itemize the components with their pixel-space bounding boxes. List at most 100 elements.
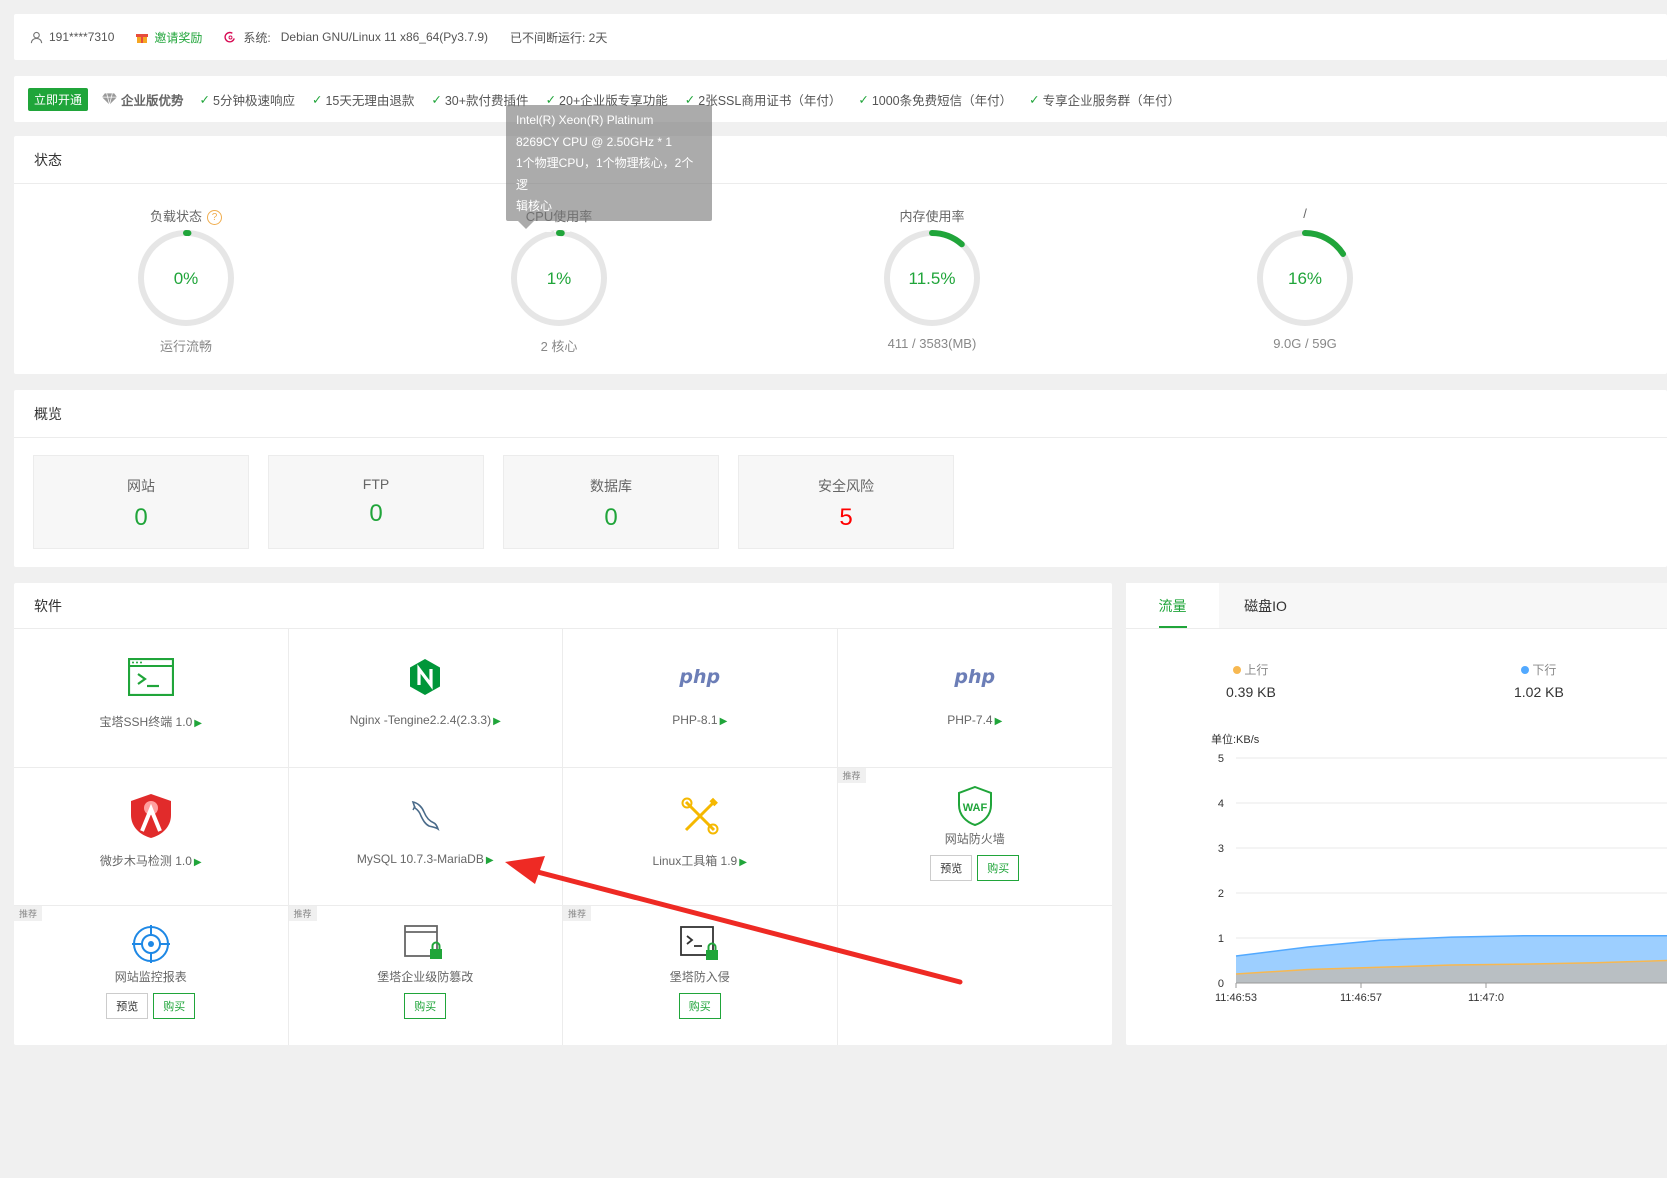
software-name: 宝塔SSH终端 1.0 [99, 715, 193, 729]
empty-cell [838, 906, 1113, 1045]
disk-ring: 16% [1257, 230, 1353, 326]
diamond-icon [102, 93, 118, 105]
terminal-icon [127, 658, 174, 696]
software-item[interactable]: Linux工具箱 1.9 ▶ [563, 767, 838, 907]
load-ring: 0% [138, 230, 234, 326]
cpu-sub: 2 核心 [540, 339, 578, 354]
recommend-badge: 推荐 [837, 767, 866, 783]
play-icon[interactable]: ▶ [995, 716, 1003, 727]
tooltip-line: CPU-1：19.1% | CPU-2：16.1% [516, 220, 690, 235]
disk-gauge[interactable]: / 16% 9.0G / 59G [1205, 206, 1405, 351]
feature-item: ✓ 1000条免费短信（年付） [858, 90, 1012, 109]
user-info[interactable]: 191****7310 [30, 30, 114, 44]
download-stat: 下行 1.02 KB [1514, 661, 1564, 700]
overview-database[interactable]: 数据库 0 [503, 455, 719, 549]
overview-label: FTP [362, 476, 390, 492]
buy-button[interactable]: 购买 [977, 854, 1020, 881]
memory-value: 11.5% [909, 269, 956, 288]
uptime: 已不间断运行: 2天 [510, 29, 607, 46]
load-gauge[interactable]: 负载状态? 0% 运行流畅 [86, 206, 286, 355]
software-item[interactable]: 推荐 堡塔防入侵 购买 [563, 906, 838, 1046]
play-icon[interactable]: ▶ [739, 857, 747, 868]
load-label: 负载状态 [149, 209, 202, 224]
tooltip-line: Intel(R) Xeon(R) Platinum [516, 113, 654, 127]
software-grid: 宝塔SSH终端 1.0 ▶ Nginx -Tengine2.2.4(2.3.3) ▶… [14, 629, 1113, 1046]
preview-button[interactable]: 预览 [106, 993, 149, 1020]
overview-label: 网站 [127, 478, 155, 494]
overview-title: 概览 [14, 390, 1667, 438]
buy-button[interactable]: 购买 [153, 993, 196, 1020]
software-panel: 软件 宝塔SSH终端 1.0 ▶ Nginx -Tengine2.2.4(2.3.… [14, 583, 1113, 1046]
buy-button[interactable]: 购买 [404, 993, 447, 1020]
download-value: 1.02 KB [1514, 684, 1564, 700]
overview-website[interactable]: 网站 0 [33, 455, 249, 549]
software-item[interactable]: 微步木马检测 1.0 ▶ [14, 767, 289, 907]
top-info-bar: 191****7310 邀请奖励 系统: Debian GNU/Linux 11… [14, 14, 1667, 60]
user-icon [30, 31, 43, 43]
check-icon: ✓ [311, 92, 323, 107]
invite-link[interactable]: 邀请奖励 [136, 29, 202, 46]
tooltip-line: 8269CY CPU @ 2.50GHz * 1 [516, 134, 673, 149]
memory-gauge[interactable]: 内存使用率 11.5% 411 / 3583(MB) [832, 206, 1032, 351]
mysql-dolphin-icon [412, 800, 440, 831]
recommend-badge: 推荐 [563, 906, 592, 922]
buy-button[interactable]: 购买 [678, 993, 721, 1020]
preview-button[interactable]: 预览 [930, 854, 973, 881]
play-icon[interactable]: ▶ [194, 857, 202, 868]
software-item[interactable]: php PHP-7.4 ▶ [837, 629, 1112, 768]
uptime-text: 已不间断运行: 2天 [510, 30, 608, 45]
tooltip-line: 辑核心 [516, 199, 553, 213]
upload-value: 0.39 KB [1226, 684, 1276, 700]
open-now-button[interactable]: 立即开通 [28, 87, 89, 111]
software-item[interactable]: 推荐 堡塔企业级防篡改 购买 [288, 906, 563, 1046]
system-info: 系统: Debian GNU/Linux 11 x86_64(Py3.7.9) [224, 29, 488, 46]
overview-value: 0 [604, 504, 618, 531]
upload-dot [1233, 666, 1242, 674]
php-icon: php [954, 666, 996, 688]
monitor-target-icon [131, 925, 170, 964]
software-name: PHP-8.1 [672, 713, 718, 727]
overview-label: 数据库 [590, 478, 632, 494]
cpu-ring: 1% [511, 230, 607, 326]
x-tick-label: 11:47:0 [1468, 992, 1504, 1004]
play-icon[interactable]: ▶ [486, 855, 494, 866]
help-icon[interactable]: ? [207, 210, 222, 225]
system-label: 系统: [243, 30, 271, 45]
svg-text:WAF: WAF [963, 802, 988, 814]
software-item[interactable]: php PHP-8.1 ▶ [563, 629, 838, 768]
cpu-tooltip: Intel(R) Xeon(R) Platinum 8269CY CPU @ 2… [506, 105, 712, 235]
software-name: MySQL 10.7.3-MariaDB [356, 851, 484, 866]
play-icon[interactable]: ▶ [493, 716, 501, 727]
disk-sub: 9.0G / 59G [1273, 336, 1337, 351]
play-icon[interactable]: ▶ [720, 716, 728, 727]
software-name: Linux工具箱 1.9 [652, 853, 738, 868]
debian-icon [224, 31, 236, 42]
software-name: 微步木马检测 1.0 [99, 853, 192, 868]
software-name: PHP-7.4 [947, 713, 993, 727]
memory-sub: 411 / 3583(MB) [887, 336, 977, 351]
overview-panel: 概览 网站 0 FTP 0 数据库 0 安全风险 5 [14, 390, 1667, 567]
feature-label: 2张SSL商用证书（年付） [698, 93, 842, 108]
enterprise-advantage[interactable]: 企业版优势 [102, 90, 184, 109]
load-value: 0% [174, 269, 199, 288]
recommend-badge: 推荐 [288, 906, 317, 922]
software-item[interactable]: Nginx -Tengine2.2.4(2.3.3) ▶ [288, 629, 563, 768]
feature-label: 15天无理由退款 [325, 93, 415, 108]
overview-ftp[interactable]: FTP 0 [268, 455, 484, 549]
y-tick-label: 2 [1218, 888, 1224, 900]
feature-item: ✓ 5分钟极速响应 [200, 90, 295, 109]
software-item[interactable]: 宝塔SSH终端 1.0 ▶ [14, 629, 289, 768]
software-item[interactable]: 推荐 WAF 网站防火墙 预览 购买 [837, 767, 1112, 907]
tab-disk-io[interactable]: 磁盘IO [1219, 583, 1312, 628]
status-panel: 状态 负载状态? 0% 运行流畅 CPU使用率 1% 2 核心 内存使用率 11… [14, 136, 1667, 374]
software-item[interactable]: 推荐 网站监控报表 预览 购买 [14, 906, 289, 1046]
play-icon[interactable]: ▶ [194, 718, 202, 729]
software-item[interactable]: MySQL 10.7.3-MariaDB ▶ [288, 767, 563, 907]
y-tick-label: 5 [1218, 753, 1224, 765]
overview-security-risk[interactable]: 安全风险 5 [738, 455, 954, 549]
tooltip-line: 1个物理CPU，1个物理核心，2个逻 [516, 156, 694, 192]
tab-traffic[interactable]: 流量 [1126, 583, 1219, 628]
invite-label: 邀请奖励 [154, 30, 203, 45]
y-tick-label: 0 [1218, 978, 1224, 990]
overview-value: 0 [369, 500, 383, 527]
